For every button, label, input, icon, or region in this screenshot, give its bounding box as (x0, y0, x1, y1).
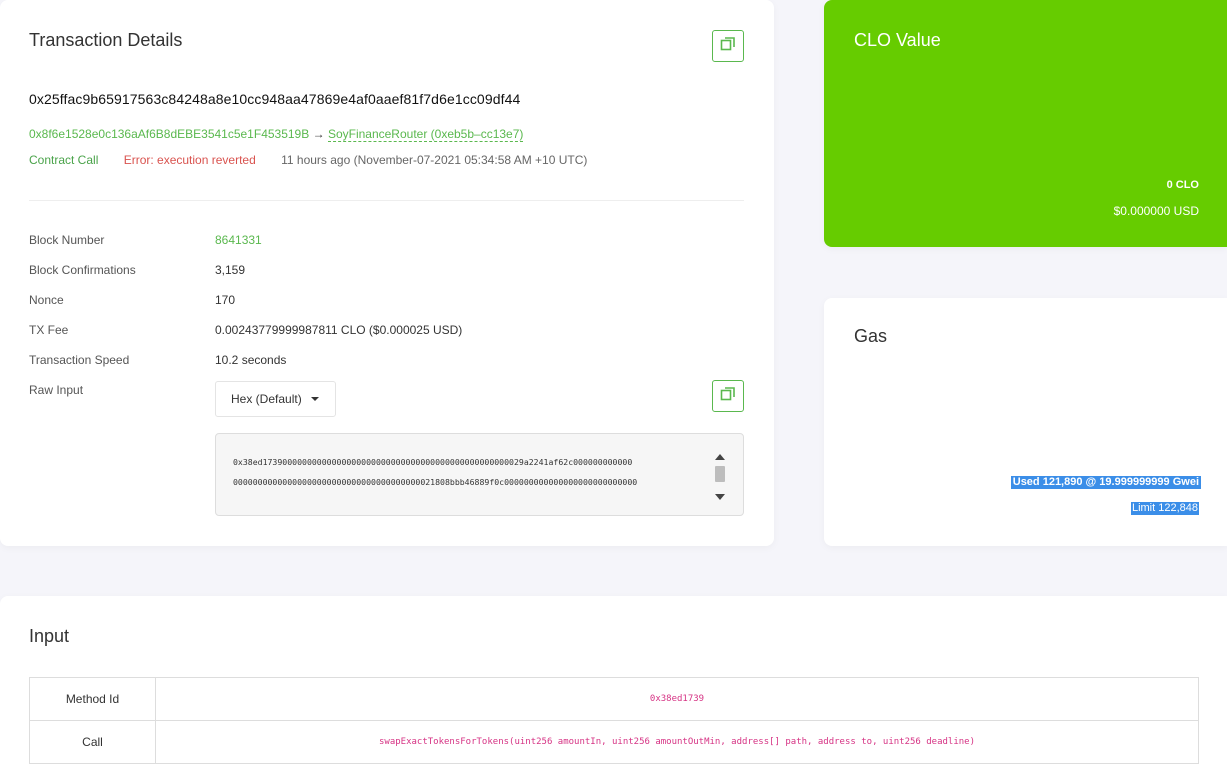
block-number-link[interactable]: 8641331 (215, 233, 262, 247)
gas-used-value: Used 121,890 @ 19.999999999 Gwei (1010, 476, 1201, 489)
tx-speed-label: Transaction Speed (29, 353, 130, 367)
scroll-down-icon[interactable] (715, 494, 725, 500)
status-row: Contract Call Error: execution reverted … (29, 153, 587, 167)
clo-usd-value: $0.000000 USD (1113, 204, 1199, 218)
method-id-value: 0x38ed1739 (155, 677, 1199, 721)
input-title: Input (29, 626, 70, 646)
block-number-label: Block Number (29, 233, 105, 247)
call-label: Call (29, 720, 156, 764)
copy-hash-button[interactable] (712, 30, 744, 62)
method-id-label: Method Id (29, 677, 156, 721)
error-status-badge: Error: execution reverted (123, 153, 256, 167)
raw-input-scrollbar[interactable] (713, 452, 727, 500)
clo-value-title: CLO Value (854, 30, 941, 50)
tx-fee-value: 0.00243779999987811 CLO ($0.000025 USD) (215, 323, 463, 337)
to-contract-link[interactable]: SoyFinanceRouter (0xeb5b–cc13e7) (327, 127, 524, 142)
tx-speed-value: 10.2 seconds (215, 353, 287, 367)
gas-limit-value: Limit 122,848 (1130, 502, 1199, 515)
copy-icon (720, 36, 736, 57)
arrow-icon: → (312, 127, 325, 141)
transaction-details-title: Transaction Details (29, 30, 183, 50)
caret-down-icon (310, 397, 319, 401)
copy-raw-input-button[interactable] (712, 380, 744, 412)
transaction-details-card: Transaction Details 0x25ffac9b65917563c8… (0, 0, 774, 546)
divider (29, 200, 744, 201)
raw-input-content: 0x38ed1739000000000000000000000000000000… (233, 452, 711, 492)
table-row: Call swapExactTokensForTokens(uint256 am… (29, 720, 1199, 764)
nonce-value: 170 (215, 293, 236, 307)
input-card: Input Method Id 0x38ed1739 Call swapExac… (0, 596, 1227, 776)
tx-fee-label: TX Fee (29, 323, 69, 337)
raw-input-label: Raw Input (29, 383, 84, 397)
call-signature: swapExactTokensForTokens(uint256 amountI… (155, 720, 1199, 764)
raw-input-line: 0x38ed1739000000000000000000000000000000… (233, 457, 633, 467)
confirmations-value: 3,159 (215, 263, 246, 277)
raw-input-textarea[interactable]: 0x38ed1739000000000000000000000000000000… (215, 433, 744, 516)
transaction-hash: 0x25ffac9b65917563c84248a8e10cc948aa4786… (29, 91, 521, 107)
raw-input-line: 0000000000000000000000000000000000000002… (233, 477, 638, 487)
from-address-link[interactable]: 0x8f6e1528e0c136aAf6B8dEBE3541c5e1F45351… (29, 127, 309, 141)
timestamp: 11 hours ago (November-07-2021 05:34:58 … (281, 153, 588, 167)
confirmations-label: Block Confirmations (29, 263, 136, 277)
scrollbar-thumb[interactable] (715, 466, 725, 482)
gas-title: Gas (854, 326, 888, 346)
scroll-up-icon[interactable] (715, 454, 725, 460)
nonce-label: Nonce (29, 293, 64, 307)
contract-call-badge: Contract Call (29, 153, 99, 167)
copy-icon (720, 386, 736, 407)
input-table: Method Id 0x38ed1739 Call swapExactToken… (29, 677, 1199, 764)
clo-value-card: CLO Value 0 CLO $0.000000 USD (824, 0, 1227, 247)
clo-amount: 0 CLO (1166, 179, 1199, 191)
transaction-route: 0x8f6e1528e0c136aAf6B8dEBE3541c5e1F45351… (29, 127, 524, 142)
table-row: Method Id 0x38ed1739 (29, 677, 1199, 721)
gas-card: Gas Used 121,890 @ 19.999999999 Gwei Lim… (824, 298, 1227, 546)
raw-format-select[interactable]: Hex (Default) (215, 381, 336, 417)
raw-format-selected: Hex (Default) (231, 392, 302, 406)
